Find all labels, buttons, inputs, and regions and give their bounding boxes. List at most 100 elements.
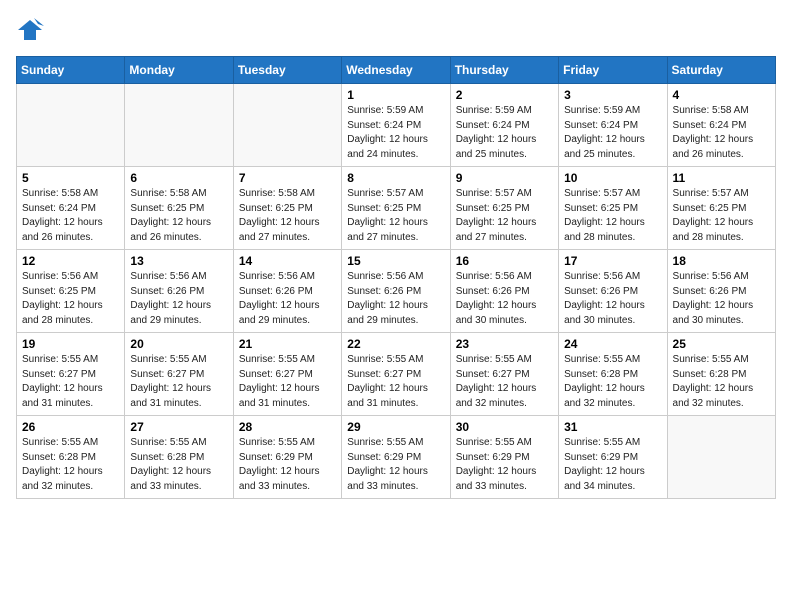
cell-info: Sunrise: 5:56 AM Sunset: 6:26 PM Dayligh…	[456, 270, 553, 328]
day-number: 30	[456, 420, 553, 434]
cell-info: Sunrise: 5:55 AM Sunset: 6:29 PM Dayligh…	[564, 436, 661, 494]
calendar-cell: 15 Sunrise: 5:56 AM Sunset: 6:26 PM Dayli…	[342, 250, 450, 333]
day-number: 13	[130, 254, 227, 268]
calendar-cell: 29Sunrise: 5:55 AM Sunset: 6:29 PM Dayli…	[342, 416, 450, 499]
day-number: 26	[22, 420, 119, 434]
day-number: 29	[347, 420, 444, 434]
calendar-cell: 13Sunrise: 5:56 AM Sunset: 6:26 PM Dayli…	[125, 250, 233, 333]
day-number: 17	[564, 254, 661, 268]
cell-info: Sunrise: 5:55 AM Sunset: 6:29 PM Dayligh…	[239, 436, 336, 494]
calendar-cell: 9Sunrise: 5:57 AM Sunset: 6:25 PM Daylig…	[450, 167, 558, 250]
calendar-cell: 14 Sunrise: 5:56 AM Sunset: 6:26 PM Dayli…	[233, 250, 341, 333]
cell-info: Sunrise: 5:55 AM Sunset: 6:29 PM Dayligh…	[456, 436, 553, 494]
calendar-cell	[125, 84, 233, 167]
calendar-cell: 21 Sunrise: 5:55 AM Sunset: 6:27 PM Dayli…	[233, 333, 341, 416]
calendar-cell: 19 Sunrise: 5:55 AM Sunset: 6:27 PM Dayli…	[17, 333, 125, 416]
week-row-2: 5 Sunrise: 5:58 AM Sunset: 6:24 PM Daylig…	[17, 167, 776, 250]
day-number: 10	[564, 171, 661, 185]
calendar-cell: 27 Sunrise: 5:55 AM Sunset: 6:28 PM Dayli…	[125, 416, 233, 499]
day-header-monday: Monday	[125, 57, 233, 84]
cell-info: Sunrise: 5:58 AM Sunset: 6:25 PM Dayligh…	[239, 187, 336, 245]
calendar-cell: 7 Sunrise: 5:58 AM Sunset: 6:25 PM Daylig…	[233, 167, 341, 250]
calendar-cell	[17, 84, 125, 167]
day-number: 27	[130, 420, 227, 434]
calendar-cell: 10 Sunrise: 5:57 AM Sunset: 6:25 PM Dayli…	[559, 167, 667, 250]
cell-info: Sunrise: 5:55 AM Sunset: 6:28 PM Dayligh…	[130, 436, 227, 494]
logo	[16, 16, 48, 44]
calendar-cell: 11 Sunrise: 5:57 AM Sunset: 6:25 PM Dayli…	[667, 167, 775, 250]
day-number: 3	[564, 88, 661, 102]
day-number: 1	[347, 88, 444, 102]
day-number: 5	[22, 171, 119, 185]
cell-info: Sunrise: 5:55 AM Sunset: 6:28 PM Dayligh…	[673, 353, 770, 411]
day-number: 20	[130, 337, 227, 351]
calendar-cell: 2 Sunrise: 5:59 AM Sunset: 6:24 PM Daylig…	[450, 84, 558, 167]
day-number: 21	[239, 337, 336, 351]
day-number: 16	[456, 254, 553, 268]
day-number: 2	[456, 88, 553, 102]
cell-info: Sunrise: 5:55 AM Sunset: 6:27 PM Dayligh…	[22, 353, 119, 411]
calendar-header: SundayMondayTuesdayWednesdayThursdayFrid…	[17, 57, 776, 84]
day-number: 28	[239, 420, 336, 434]
calendar-cell: 5 Sunrise: 5:58 AM Sunset: 6:24 PM Daylig…	[17, 167, 125, 250]
calendar-cell: 20 Sunrise: 5:55 AM Sunset: 6:27 PM Dayli…	[125, 333, 233, 416]
cell-info: Sunrise: 5:55 AM Sunset: 6:27 PM Dayligh…	[239, 353, 336, 411]
calendar-cell: 17 Sunrise: 5:56 AM Sunset: 6:26 PM Dayli…	[559, 250, 667, 333]
cell-info: Sunrise: 5:58 AM Sunset: 6:24 PM Dayligh…	[22, 187, 119, 245]
cell-info: Sunrise: 5:56 AM Sunset: 6:26 PM Dayligh…	[239, 270, 336, 328]
day-number: 11	[673, 171, 770, 185]
calendar-cell: 1 Sunrise: 5:59 AM Sunset: 6:24 PM Daylig…	[342, 84, 450, 167]
day-header-thursday: Thursday	[450, 57, 558, 84]
page-header	[16, 16, 776, 44]
calendar-cell: 26Sunrise: 5:55 AM Sunset: 6:28 PM Dayli…	[17, 416, 125, 499]
day-header-tuesday: Tuesday	[233, 57, 341, 84]
calendar-cell: 22Sunrise: 5:55 AM Sunset: 6:27 PM Dayli…	[342, 333, 450, 416]
cell-info: Sunrise: 5:55 AM Sunset: 6:27 PM Dayligh…	[130, 353, 227, 411]
day-number: 14	[239, 254, 336, 268]
calendar-cell: 25 Sunrise: 5:55 AM Sunset: 6:28 PM Dayli…	[667, 333, 775, 416]
week-row-5: 26 Sunrise: 5:55 AM Sunset: 6:28 PM Dayli…	[17, 416, 776, 499]
cell-info: Sunrise: 5:57 AM Sunset: 6:25 PM Dayligh…	[673, 187, 770, 245]
day-number: 8	[347, 171, 444, 185]
day-number: 25	[673, 337, 770, 351]
cell-info: Sunrise: 5:56 AM Sunset: 6:26 PM Dayligh…	[564, 270, 661, 328]
cell-info: Sunrise: 5:57 AM Sunset: 6:25 PM Dayligh…	[564, 187, 661, 245]
cell-info: Sunrise: 5:59 AM Sunset: 6:24 PM Dayligh…	[347, 104, 444, 162]
calendar-table: SundayMondayTuesdayWednesdayThursdayFrid…	[16, 56, 776, 499]
day-header-friday: Friday	[559, 57, 667, 84]
day-header-saturday: Saturday	[667, 57, 775, 84]
calendar-cell: 24Sunrise: 5:55 AM Sunset: 6:28 PM Dayli…	[559, 333, 667, 416]
day-number: 18	[673, 254, 770, 268]
day-number: 19	[22, 337, 119, 351]
cell-info: Sunrise: 5:58 AM Sunset: 6:24 PM Dayligh…	[673, 104, 770, 162]
week-row-4: 19 Sunrise: 5:55 AM Sunset: 6:27 PM Dayli…	[17, 333, 776, 416]
day-number: 15	[347, 254, 444, 268]
calendar-cell: 18 Sunrise: 5:56 AM Sunset: 6:26 PM Dayli…	[667, 250, 775, 333]
day-number: 31	[564, 420, 661, 434]
cell-info: Sunrise: 5:58 AM Sunset: 6:25 PM Dayligh…	[130, 187, 227, 245]
week-row-3: 12Sunrise: 5:56 AM Sunset: 6:25 PM Dayli…	[17, 250, 776, 333]
day-number: 7	[239, 171, 336, 185]
cell-info: Sunrise: 5:57 AM Sunset: 6:25 PM Dayligh…	[347, 187, 444, 245]
cell-info: Sunrise: 5:57 AM Sunset: 6:25 PM Dayligh…	[456, 187, 553, 245]
calendar-cell	[233, 84, 341, 167]
cell-info: Sunrise: 5:59 AM Sunset: 6:24 PM Dayligh…	[456, 104, 553, 162]
calendar-cell	[667, 416, 775, 499]
cell-info: Sunrise: 5:56 AM Sunset: 6:26 PM Dayligh…	[673, 270, 770, 328]
calendar-cell: 28 Sunrise: 5:55 AM Sunset: 6:29 PM Dayli…	[233, 416, 341, 499]
cell-info: Sunrise: 5:56 AM Sunset: 6:26 PM Dayligh…	[347, 270, 444, 328]
calendar-cell: 31 Sunrise: 5:55 AM Sunset: 6:29 PM Dayli…	[559, 416, 667, 499]
calendar-cell: 4Sunrise: 5:58 AM Sunset: 6:24 PM Daylig…	[667, 84, 775, 167]
calendar-cell: 12Sunrise: 5:56 AM Sunset: 6:25 PM Dayli…	[17, 250, 125, 333]
calendar-cell: 6Sunrise: 5:58 AM Sunset: 6:25 PM Daylig…	[125, 167, 233, 250]
logo-icon	[16, 16, 44, 44]
day-number: 22	[347, 337, 444, 351]
cell-info: Sunrise: 5:55 AM Sunset: 6:27 PM Dayligh…	[456, 353, 553, 411]
day-number: 23	[456, 337, 553, 351]
cell-info: Sunrise: 5:56 AM Sunset: 6:25 PM Dayligh…	[22, 270, 119, 328]
cell-info: Sunrise: 5:59 AM Sunset: 6:24 PM Dayligh…	[564, 104, 661, 162]
calendar-cell: 30 Sunrise: 5:55 AM Sunset: 6:29 PM Dayli…	[450, 416, 558, 499]
calendar-cell: 23 Sunrise: 5:55 AM Sunset: 6:27 PM Dayli…	[450, 333, 558, 416]
week-row-1: 1 Sunrise: 5:59 AM Sunset: 6:24 PM Daylig…	[17, 84, 776, 167]
cell-info: Sunrise: 5:55 AM Sunset: 6:28 PM Dayligh…	[564, 353, 661, 411]
